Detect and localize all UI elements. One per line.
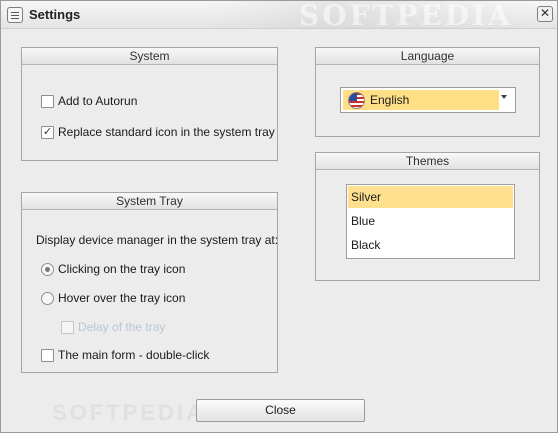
clicking-tray-label: Clicking on the tray icon — [58, 262, 186, 276]
delay-tray-checkbox — [61, 321, 74, 334]
window-title: Settings — [29, 7, 81, 22]
language-dropdown-value: English — [343, 90, 499, 110]
system-tray-group: System Tray SOFTPEDIA Display device man… — [21, 192, 279, 425]
title-bar: Settings SOFTPEDIA ✕ — [1, 0, 557, 32]
language-selected-label: English — [370, 93, 410, 107]
system-tray-group-header: System Tray — [22, 193, 277, 210]
main-form-checkbox[interactable] — [41, 349, 54, 362]
theme-item-blue[interactable]: Blue — [348, 210, 513, 232]
chevron-down-icon[interactable] — [501, 95, 507, 99]
add-autorun-checkbox[interactable] — [41, 95, 54, 108]
system-menu-icon[interactable] — [7, 7, 23, 23]
hover-tray-label: Hover over the tray icon — [58, 291, 186, 305]
close-button[interactable]: Close — [196, 399, 365, 422]
system-group: System Add to Autorun ✓ Replace standard… — [21, 47, 278, 161]
watermark-top: SOFTPEDIA — [299, 0, 513, 32]
theme-item-silver[interactable]: Silver — [348, 186, 513, 208]
clicking-tray-radio[interactable] — [41, 263, 54, 276]
close-window-button[interactable]: ✕ — [537, 6, 553, 22]
language-dropdown[interactable]: English — [340, 87, 516, 113]
hover-tray-radio[interactable] — [41, 292, 54, 305]
us-flag-icon — [348, 92, 365, 109]
add-autorun-label: Add to Autorun — [58, 94, 138, 108]
theme-item-black[interactable]: Black — [348, 234, 513, 256]
themes-list[interactable]: Silver Blue Black — [346, 184, 515, 259]
settings-window: Settings SOFTPEDIA ✕ System Add to Autor… — [0, 0, 558, 433]
system-group-header: System — [22, 48, 277, 65]
delay-tray-label: Delay of the tray — [78, 320, 166, 334]
main-form-label: The main form - double-click — [58, 348, 210, 362]
themes-group-header: Themes — [316, 153, 539, 170]
tray-prompt-label: Display device manager in the system tra… — [36, 233, 279, 247]
language-group-header: Language — [316, 48, 539, 65]
replace-icon-label: Replace standard icon in the system tray — [58, 125, 275, 139]
replace-icon-checkbox[interactable]: ✓ — [41, 126, 54, 139]
watermark-middle: SOFTPEDIA — [52, 400, 205, 425]
